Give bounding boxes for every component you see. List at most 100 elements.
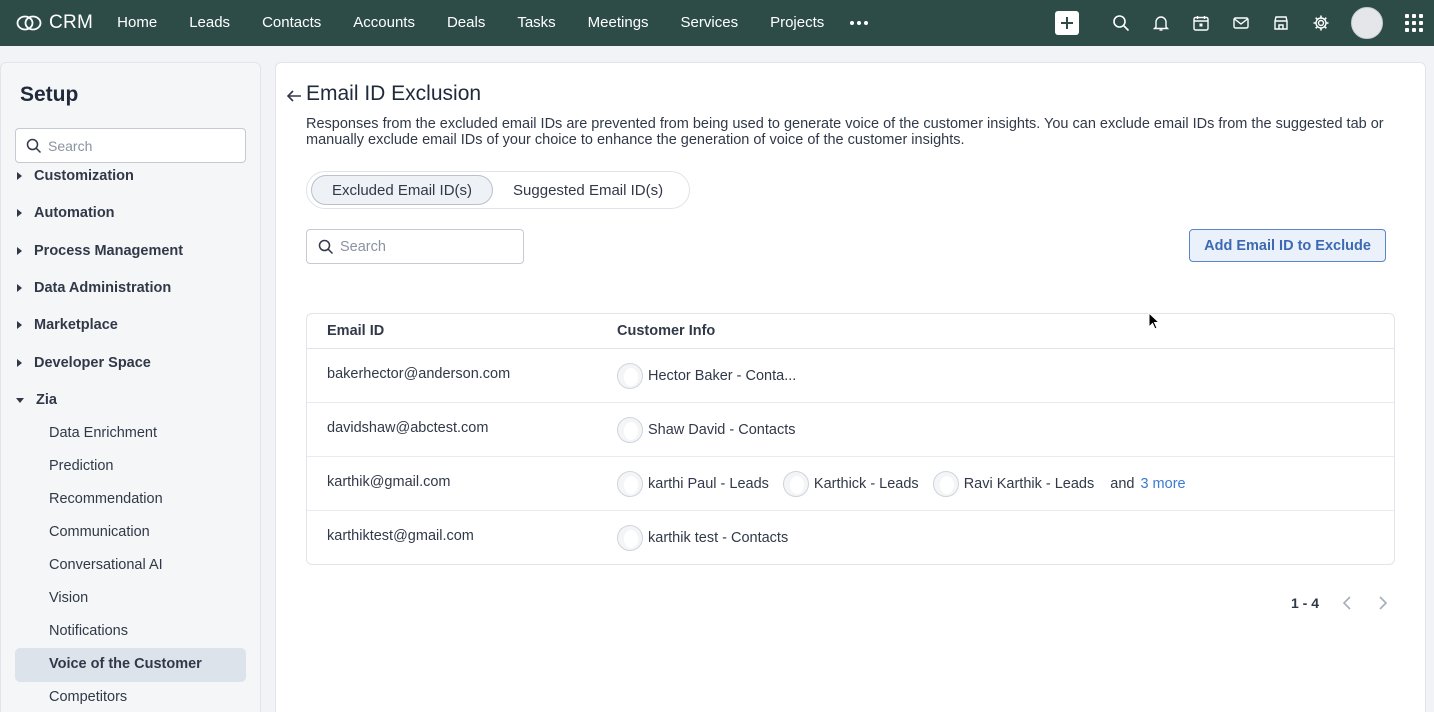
customer-info-cell: karthik test - Contacts	[617, 525, 802, 551]
calendar-icon[interactable]	[1192, 14, 1210, 32]
customer-chip[interactable]: Hector Baker - Conta...	[617, 363, 796, 389]
chevron-right-icon[interactable]	[1375, 595, 1391, 611]
pagination-range: 1 - 4	[1291, 595, 1320, 611]
sidebar-section-label: Customization	[34, 168, 134, 184]
email-cell: davidshaw@abctest.com	[327, 420, 489, 436]
caret-right-icon	[17, 359, 22, 367]
customer-avatar-icon	[617, 417, 643, 443]
sidebar-section-data-administration[interactable]: Data Administration	[1, 273, 260, 303]
caret-right-icon	[17, 284, 22, 292]
page-title: Email ID Exclusion	[306, 82, 482, 105]
sidebar-item-competitors[interactable]: Competitors	[49, 689, 127, 705]
table-row[interactable]: karthik@gmail.com karthi Paul - Leads Ka…	[307, 457, 1394, 511]
sidebar-section-label: Marketplace	[34, 317, 118, 333]
sidebar-section-customization[interactable]: Customization	[1, 161, 260, 191]
customer-info-cell: karthi Paul - Leads Karthick - Leads Rav…	[617, 471, 1186, 497]
customer-avatar-icon	[617, 471, 643, 497]
sidebar-section-label: Data Administration	[34, 280, 172, 296]
main-panel: Email ID Exclusion Responses from the ex…	[275, 62, 1426, 712]
nav-projects[interactable]: Projects	[754, 0, 840, 46]
sidebar-item-recommendation[interactable]: Recommendation	[49, 491, 163, 507]
sidebar-section-developer-space[interactable]: Developer Space	[1, 348, 260, 378]
quick-create-icon[interactable]	[1055, 11, 1079, 35]
tab-excluded-email-ids[interactable]: Excluded Email ID(s)	[311, 175, 494, 205]
sidebar-search-box[interactable]	[15, 128, 246, 163]
module-tabs: Home Leads Contacts Accounts Deals Tasks…	[101, 0, 878, 46]
column-header-customer-info[interactable]: Customer Info	[617, 323, 715, 339]
nav-home[interactable]: Home	[101, 0, 173, 46]
nav-tasks[interactable]: Tasks	[501, 0, 571, 46]
table-row[interactable]: davidshaw@abctest.com Shaw David - Conta…	[307, 403, 1394, 457]
sidebar-section-process-management[interactable]: Process Management	[1, 236, 260, 266]
sidebar-section-label: Process Management	[34, 243, 184, 259]
sidebar-item-data-enrichment[interactable]: Data Enrichment	[49, 425, 157, 441]
back-arrow-icon[interactable]	[285, 87, 303, 105]
sidebar-item-conversational-ai[interactable]: Conversational AI	[49, 557, 163, 573]
customer-name: Ravi Karthik - Leads	[963, 476, 1095, 492]
chevron-left-icon[interactable]	[1339, 595, 1355, 611]
customer-avatar-icon	[782, 471, 809, 497]
customer-chip[interactable]: Shaw David - Contacts	[617, 417, 795, 443]
customer-avatar-icon	[932, 471, 959, 497]
crm-logo[interactable]: CRM	[16, 12, 93, 34]
more-modules-icon[interactable]	[840, 0, 878, 46]
nav-services[interactable]: Services	[665, 0, 755, 46]
search-icon[interactable]	[1112, 14, 1130, 32]
table-row[interactable]: karthiktest@gmail.com karthik test - Con…	[307, 511, 1394, 564]
sidebar-section-zia[interactable]: Zia	[1, 385, 260, 415]
mail-icon[interactable]	[1232, 14, 1250, 32]
sidebar-item-communication[interactable]: Communication	[49, 524, 150, 540]
mouse-pointer-icon	[1148, 312, 1160, 330]
email-cell: karthik@gmail.com	[327, 474, 451, 490]
and-text: and	[1110, 476, 1135, 492]
sidebar-item-notifications[interactable]: Notifications	[49, 623, 128, 639]
customer-name: Hector Baker - Conta...	[648, 368, 797, 384]
customer-name: Karthick - Leads	[813, 476, 919, 492]
caret-right-icon	[17, 172, 22, 180]
customer-chip[interactable]: karthi Paul - Leads	[617, 471, 769, 497]
tab-suggested-email-ids[interactable]: Suggested Email ID(s)	[493, 175, 683, 205]
top-nav-actions	[1055, 0, 1434, 46]
customer-chip[interactable]: karthik test - Contacts	[617, 525, 788, 551]
sidebar-section-automation[interactable]: Automation	[1, 198, 260, 228]
search-icon	[26, 138, 42, 153]
email-cell: karthiktest@gmail.com	[327, 528, 474, 544]
customer-avatar-icon	[617, 525, 643, 551]
add-email-exclude-button[interactable]: Add Email ID to Exclude	[1189, 229, 1386, 262]
customer-chip[interactable]: Ravi Karthik - Leads	[932, 471, 1095, 497]
column-header-email-id[interactable]: Email ID	[327, 323, 384, 339]
email-search-input[interactable]	[340, 238, 510, 255]
caret-right-icon	[17, 209, 22, 217]
table-header: Email ID Customer Info	[307, 314, 1394, 349]
user-avatar[interactable]	[1351, 7, 1383, 39]
customer-chip[interactable]: Karthick - Leads	[782, 471, 919, 497]
caret-down-icon	[16, 397, 24, 403]
customer-info-cell: Hector Baker - Conta...	[617, 363, 810, 389]
sidebar-search-input[interactable]	[48, 137, 228, 154]
app-launcher-icon[interactable]	[1405, 14, 1423, 32]
table-row[interactable]: bakerhector@anderson.com Hector Baker - …	[307, 349, 1394, 403]
crm-logo-icon	[16, 15, 42, 31]
nav-accounts[interactable]: Accounts	[337, 0, 431, 46]
nav-meetings[interactable]: Meetings	[572, 0, 665, 46]
email-cell: bakerhector@anderson.com	[327, 366, 511, 382]
customer-name: karthi Paul - Leads	[648, 476, 769, 492]
sidebar-item-vision[interactable]: Vision	[49, 590, 88, 606]
sidebar-item-voice-of-the-customer[interactable]: Voice of the Customer	[49, 656, 202, 672]
more-customers-link[interactable]: 3 more	[1140, 476, 1185, 492]
sidebar-section-marketplace[interactable]: Marketplace	[1, 310, 260, 340]
marketplace-icon[interactable]	[1272, 14, 1290, 32]
customer-info-cell: Shaw David - Contacts	[617, 417, 809, 443]
nav-contacts[interactable]: Contacts	[246, 0, 337, 46]
email-search-box[interactable]	[306, 229, 524, 264]
top-navigation-bar: CRM Home Leads Contacts Accounts Deals T…	[0, 0, 1434, 46]
nav-deals[interactable]: Deals	[431, 0, 501, 46]
sidebar-item-prediction[interactable]: Prediction	[49, 458, 113, 474]
gear-icon[interactable]	[1312, 14, 1330, 32]
search-icon	[318, 239, 334, 254]
nav-leads[interactable]: Leads	[173, 0, 246, 46]
sidebar-section-label: Developer Space	[34, 355, 151, 371]
excluded-emails-table: Email ID Customer Info bakerhector@ander…	[306, 313, 1395, 565]
bell-icon[interactable]	[1152, 14, 1170, 32]
caret-right-icon	[17, 247, 22, 255]
